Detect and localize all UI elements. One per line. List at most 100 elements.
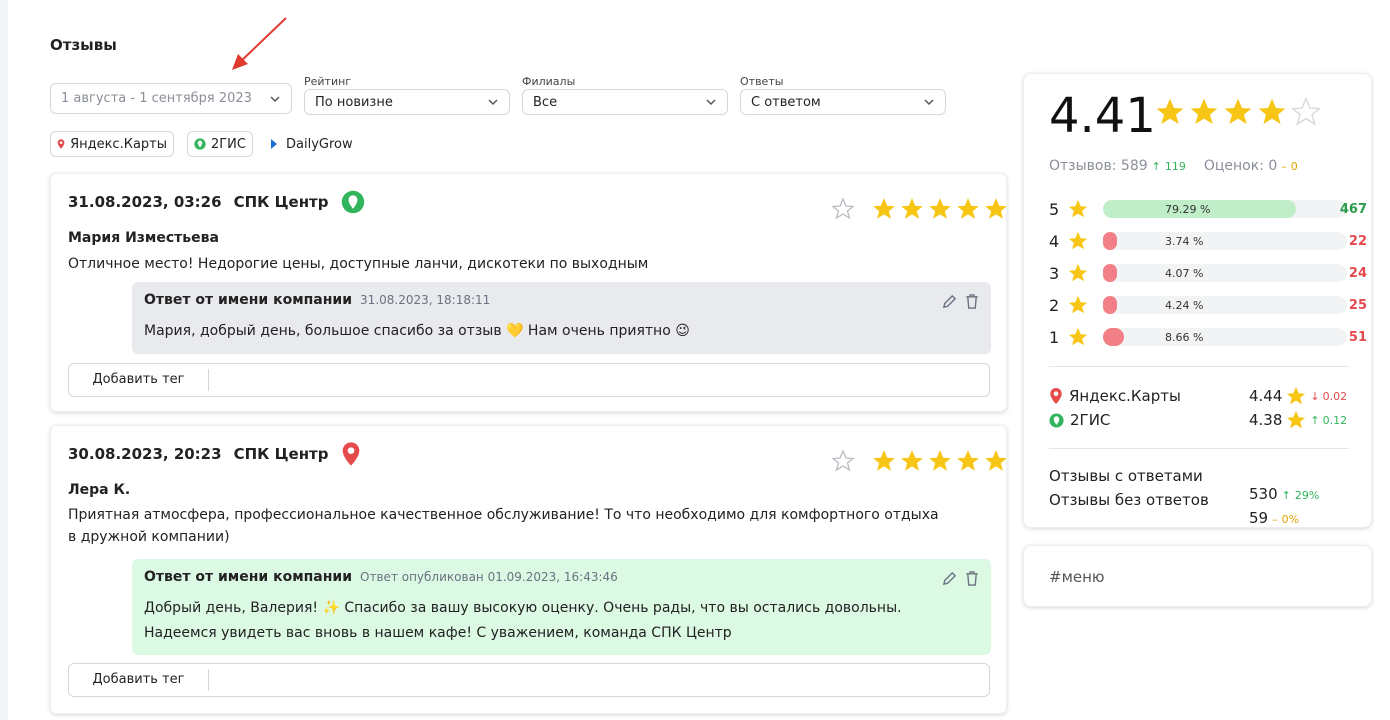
platform-rating: 4.38 ↑ 0.12: [1249, 409, 1347, 431]
trash-icon[interactable]: [965, 294, 979, 309]
distribution-stars-label: 5: [1049, 199, 1060, 219]
date-range-select[interactable]: 1 августа - 1 сентября 2023: [50, 83, 292, 114]
add-tag-button[interactable]: Добавить тег: [69, 669, 209, 691]
unanswered-label: Отзывы без ответов: [1049, 491, 1209, 509]
reply-actions: [942, 571, 979, 586]
reply-meta: 31.08.2023, 18:18:11: [360, 293, 491, 307]
star-icon: [929, 198, 951, 219]
review-text-line: в дружной компании): [68, 529, 230, 545]
branches-select[interactable]: Все: [522, 89, 728, 115]
star-icon: [873, 450, 895, 471]
source-chip-label: 2ГИС: [210, 136, 246, 152]
branches-filter-label: Филиалы: [522, 75, 576, 88]
distribution-bar-fill: [1103, 328, 1125, 346]
distribution-percent: 3.74 %: [1165, 235, 1204, 248]
distribution-bar: 3.74 %: [1103, 232, 1347, 250]
chevron-down-icon: [488, 99, 498, 106]
source-chip-dailygrow[interactable]: DailyGrow: [270, 131, 353, 157]
reply-meta: Ответ опубликован 01.09.2023, 16:43:46: [360, 570, 618, 584]
platform-row-2gis: 2ГИС 4.38 ↑ 0.12: [1049, 409, 1349, 431]
favorite-star-icon[interactable]: [831, 449, 855, 473]
review-author: Лера К.: [68, 482, 131, 498]
unanswered-delta: 0%: [1281, 513, 1300, 526]
star-icon: [957, 198, 979, 219]
star-icon: [1258, 98, 1286, 124]
yandex-pin-icon: [57, 139, 65, 149]
distribution-bar-fill: [1103, 232, 1117, 250]
chevron-down-icon: [924, 99, 934, 106]
star-icon: [1068, 327, 1088, 346]
2gis-icon: [1049, 412, 1064, 428]
reply-text: Добрый день, Валерия! ✨ Спасибо за вашу …: [144, 596, 979, 646]
review-branch: СПК Центр: [233, 445, 329, 463]
distribution-bar-fill: [1103, 264, 1117, 282]
review-rating-stars: [871, 448, 1009, 474]
distribution-row: 1 8.66 % 51: [1049, 326, 1367, 348]
reply-text-line: Добрый день, Валерия! ✨ Спасибо за вашу …: [144, 600, 902, 616]
reviews-delta: 119: [1164, 160, 1186, 173]
distribution-count: 51: [1348, 329, 1367, 345]
platform-name: Яндекс.Карты: [1069, 387, 1181, 405]
edit-pencil-icon[interactable]: [942, 571, 957, 586]
yandex-pin-icon: [1050, 388, 1062, 404]
distribution-percent: 4.07 %: [1165, 267, 1204, 280]
review-datetime: 30.08.2023, 20:23: [68, 445, 222, 463]
distribution-count: 467: [1339, 201, 1367, 217]
yandex-pin-icon: [342, 442, 359, 466]
2gis-icon: [194, 138, 206, 150]
star-icon: [901, 198, 923, 219]
branches-value: Все: [533, 94, 558, 110]
platform-delta: 0.12: [1322, 413, 1348, 427]
distribution-bar: 4.07 %: [1103, 264, 1347, 282]
distribution-row: 5 79.29 % 467: [1049, 198, 1367, 220]
page-title: Отзывы: [50, 36, 117, 54]
platform-row-yandex: Яндекс.Карты 4.44 ↓ 0.02: [1049, 385, 1349, 407]
answers-select[interactable]: С ответом: [740, 89, 946, 115]
distribution-percent: 8.66 %: [1165, 331, 1204, 344]
reviews-count: Отзывов: 589: [1049, 158, 1148, 174]
reply-header: Ответ от имени компании Ответ опубликова…: [144, 569, 979, 585]
trash-icon[interactable]: [965, 571, 979, 586]
unanswered-value: 59: [1249, 509, 1269, 527]
distribution-stars-label: 4: [1049, 231, 1060, 251]
star-icon: [1290, 96, 1322, 126]
edit-pencil-icon[interactable]: [942, 294, 957, 309]
platform-delta: 0.02: [1322, 389, 1348, 403]
star-icon: [1068, 199, 1088, 218]
chevron-down-icon: [706, 99, 716, 106]
star-icon: [985, 450, 1007, 471]
star-icon: [1190, 98, 1218, 124]
tag-box: Добавить тег: [68, 663, 990, 697]
star-icon: [1068, 263, 1088, 282]
unanswered-stat: Отзывы без ответов 59 – 0%: [1049, 491, 1349, 527]
review-author: Мария Изместьева: [68, 230, 219, 246]
company-reply: Ответ от имени компании Ответ опубликова…: [132, 559, 991, 655]
review-card: 30.08.2023, 20:23 СПК Центр Лера К. Прия…: [50, 425, 1007, 714]
add-tag-button[interactable]: Добавить тег: [69, 369, 209, 391]
review-text: Отличное место! Недорогие цены, доступны…: [68, 256, 649, 272]
rating-sort-select[interactable]: По новизне: [304, 89, 510, 115]
answers-filter-label: Ответы: [740, 75, 784, 88]
source-chip-label: Яндекс.Карты: [70, 136, 167, 152]
platform-rating: 4.44 ↓ 0.02: [1249, 385, 1347, 407]
source-chip-2gis[interactable]: 2ГИС: [187, 131, 253, 157]
reply-text: Мария, добрый день, большое спасибо за о…: [144, 323, 690, 339]
star-icon: [929, 450, 951, 471]
arrow-up-icon: ↑: [1151, 160, 1161, 173]
rating-sort-value: По новизне: [315, 94, 393, 110]
divider: [1049, 366, 1349, 367]
tag-menu[interactable]: #меню: [1049, 568, 1105, 586]
star-icon: [957, 450, 979, 471]
distribution-bar: 4.24 %: [1103, 296, 1347, 314]
arrow-up-icon: ↑: [1310, 413, 1320, 427]
source-chip-yandex[interactable]: Яндекс.Карты: [50, 131, 174, 157]
source-chip-label: DailyGrow: [286, 136, 353, 152]
favorite-star-icon[interactable]: [831, 197, 855, 221]
star-icon: [985, 198, 1007, 219]
distribution-bar: 8.66 %: [1103, 328, 1347, 346]
arrow-down-icon: ↓: [1310, 389, 1320, 403]
distribution-percent: 79.29 %: [1165, 203, 1211, 216]
platform-rating-value: 4.44: [1249, 387, 1283, 405]
average-rating: 4.41: [1049, 88, 1156, 144]
distribution-count: 24: [1348, 265, 1367, 281]
